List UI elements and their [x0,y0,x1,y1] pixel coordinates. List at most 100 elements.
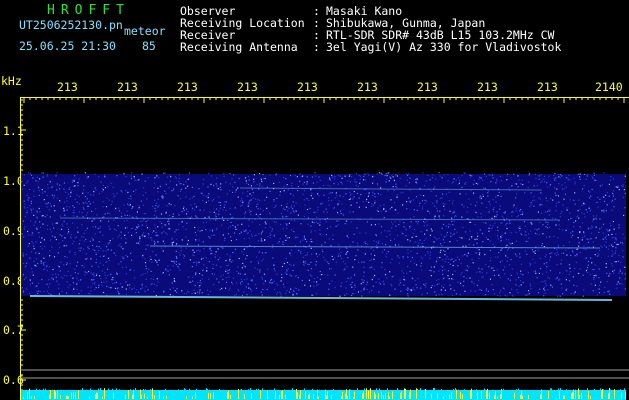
noise-dot [316,281,318,283]
noise-dot [225,269,227,271]
noise-dot [461,204,463,206]
level-bar [318,396,319,399]
noise-dot [165,192,167,195]
level-bar [219,389,220,399]
noise-dot [72,205,74,207]
noise-dot [185,213,188,215]
level-bar [122,394,123,399]
noise-dot [178,174,180,176]
noise-dot [290,254,292,256]
noise-dot [219,201,222,204]
noise-dot [165,232,167,234]
level-bar [55,391,56,399]
noise-dot [27,200,29,202]
noise-dot [499,261,501,263]
noise-dot [407,295,409,297]
noise-dot [63,264,65,266]
noise-dot [392,275,395,277]
noise-dot [575,220,577,222]
noise-dot [409,177,411,179]
noise-dot [482,179,484,181]
noise-dot [307,252,309,254]
noise-dot [294,174,296,176]
noise-dot [208,236,210,238]
level-bar [365,393,366,399]
noise-dot [167,228,170,230]
noise-dot [185,236,187,238]
noise-dot [434,291,436,293]
noise-dot [592,177,594,179]
noise-dot [188,172,190,174]
level-bar [426,396,427,399]
noise-dot [586,211,588,213]
noise-dot [504,273,506,275]
noise-dot [286,203,288,205]
noise-dot [244,266,246,268]
noise-dot [125,273,127,275]
noise-dot [62,240,64,242]
noise-dot [157,281,159,283]
noise-dot [242,201,244,203]
noise-dot [272,257,274,259]
noise-dot [36,290,38,292]
noise-dot [372,285,374,287]
noise-dot [125,288,127,290]
noise-dot [171,242,173,244]
noise-dot [203,248,205,250]
noise-dot [549,252,551,255]
noise-dot [224,239,226,241]
level-bar [450,394,451,399]
noise-dot [423,283,425,285]
noise-dot [349,198,352,200]
noise-dot [182,226,184,228]
noise-dot [403,284,405,286]
noise-dot [248,287,250,289]
noise-dot [235,228,237,230]
noise-dot [154,214,156,216]
level-bar [307,395,308,399]
noise-dot [497,256,499,258]
noise-dot [198,239,200,241]
noise-dot [141,284,143,286]
noise-dot [130,252,132,254]
level-bar [150,389,151,399]
noise-dot [351,286,353,288]
noise-dot [565,186,567,188]
noise-dot [182,208,184,210]
noise-dot [590,227,592,229]
level-bar [33,390,34,399]
noise-dot [433,236,435,238]
level-bar [331,395,332,399]
level-bar [333,389,334,399]
noise-dot [106,261,108,263]
noise-dot [368,174,370,176]
noise-dot [264,239,266,241]
noise-dot [590,195,592,197]
noise-dot [352,198,354,200]
noise-dot [508,242,510,244]
noise-dot [303,199,305,201]
noise-dot [259,217,261,219]
noise-dot [568,280,571,282]
noise-dot [83,266,85,268]
level-bar [622,391,623,399]
noise-dot [36,285,38,287]
noise-dot [624,207,626,209]
noise-dot [113,228,116,230]
noise-dot [273,280,275,282]
noise-dot [573,221,575,224]
noise-dot [176,288,178,290]
noise-dot [142,256,144,258]
noise-dot [313,278,315,280]
noise-dot [481,276,483,278]
noise-dot [93,194,95,196]
level-bar [363,390,364,399]
noise-dot [383,249,385,251]
noise-dot [367,243,369,245]
noise-dot [232,277,234,279]
noise-dot [120,231,122,233]
noise-dot [212,284,215,286]
noise-dot [329,268,331,270]
noise-dot [438,294,440,296]
level-bar [306,393,307,399]
